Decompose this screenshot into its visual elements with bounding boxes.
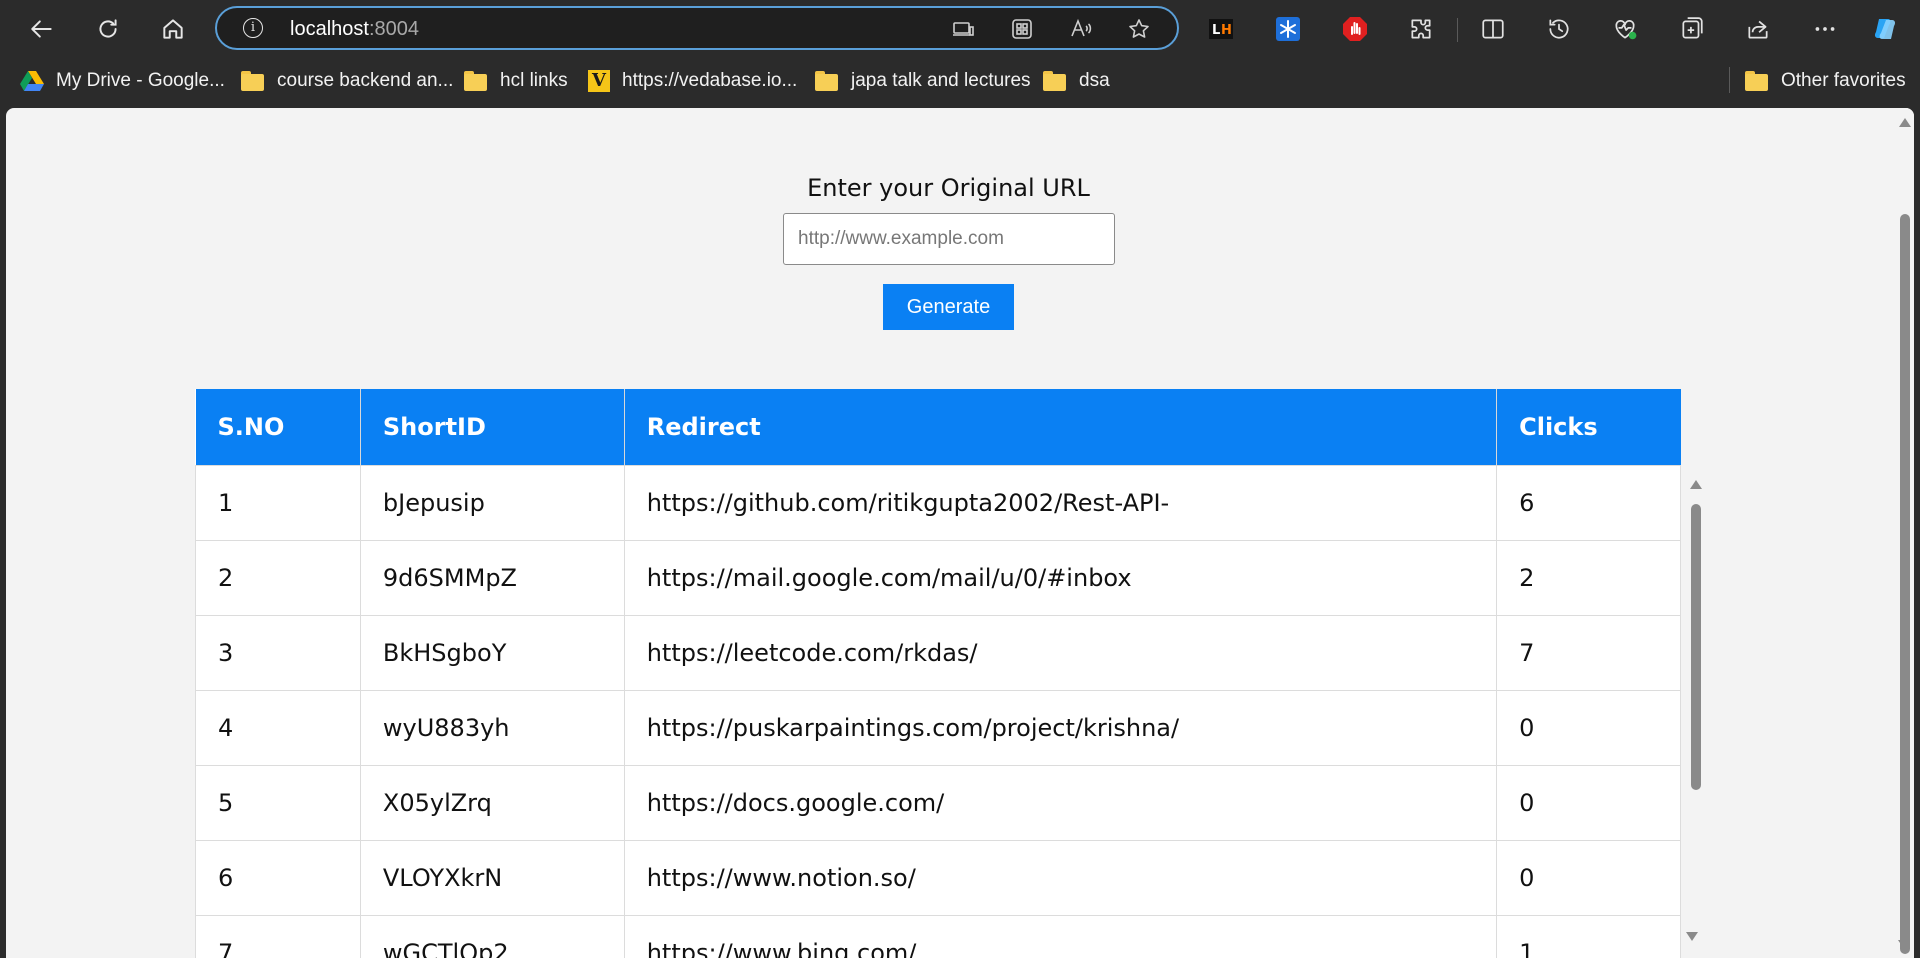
vedabase-icon: V <box>588 70 610 92</box>
cell-redirect: https://github.com/ritikgupta2002/Rest-A… <box>623 464 1498 541</box>
table-row: 1 bJepusip https://github.com/ritikgupta… <box>195 464 1681 541</box>
cell-shortid: BkHSgboY <box>359 614 625 691</box>
table-row: 7 wGCTlOp2 https://www.bing.com/ 1 <box>195 914 1681 958</box>
scroll-down-arrow-icon[interactable] <box>1898 940 1910 949</box>
table-container: S.NO ShortID Redirect Clicks 1 bJepusip … <box>195 367 1705 958</box>
home-icon[interactable] <box>153 9 193 49</box>
generate-button[interactable]: Generate <box>883 284 1014 330</box>
links-table: S.NO ShortID Redirect Clicks 1 bJepusip … <box>195 389 1681 958</box>
cell-shortid: bJepusip <box>359 464 625 541</box>
device-icon[interactable] <box>950 16 976 42</box>
cell-sno: 2 <box>195 539 361 616</box>
bookmarks-divider <box>1729 67 1730 93</box>
cell-sno: 3 <box>195 614 361 691</box>
address-text[interactable]: localhost:8004 <box>290 18 419 41</box>
scroll-up-arrow-icon[interactable] <box>1690 480 1702 489</box>
collections-icon[interactable] <box>1675 12 1709 46</box>
table-scrollbar[interactable] <box>1687 367 1705 958</box>
google-drive-icon <box>20 70 44 92</box>
cell-shortid: X05ylZrq <box>359 764 625 841</box>
url-input[interactable] <box>783 213 1115 265</box>
info-icon[interactable]: i <box>243 18 263 38</box>
cell-redirect: https://www.notion.so/ <box>623 839 1498 916</box>
split-screen-icon[interactable] <box>1476 12 1510 46</box>
extensions-puzzle-icon[interactable] <box>1404 12 1438 46</box>
table-row: 3 BkHSgboY https://leetcode.com/rkdas/ 7 <box>195 614 1681 691</box>
folder-icon <box>241 70 265 92</box>
header-clicks: Clicks <box>1496 389 1681 465</box>
refresh-icon[interactable] <box>88 9 128 49</box>
folder-icon <box>1745 70 1769 92</box>
browser-toolbar: i localhost:8004 LH <box>0 0 1920 58</box>
form-title: Enter your Original URL <box>807 174 1090 202</box>
svg-text:L: L <box>1212 23 1220 38</box>
cell-sno: 7 <box>195 914 361 958</box>
cell-shortid: wGCTlOp2 <box>359 914 625 958</box>
table-row: 5 X05ylZrq https://docs.google.com/ 0 <box>195 764 1681 841</box>
toolbar-divider <box>1457 18 1458 42</box>
cell-sno: 6 <box>195 839 361 916</box>
scrollbar-thumb[interactable] <box>1691 504 1701 790</box>
address-bar[interactable]: i localhost:8004 <box>215 6 1179 50</box>
bookmarks-bar: My Drive - Google... course backend an..… <box>0 58 1920 104</box>
folder-icon <box>815 70 839 92</box>
cell-sno: 1 <box>195 464 361 541</box>
extension-stop-hand-icon[interactable] <box>1338 12 1372 46</box>
history-icon[interactable] <box>1542 12 1576 46</box>
table-header-row: S.NO ShortID Redirect Clicks <box>195 389 1681 465</box>
cell-redirect: https://leetcode.com/rkdas/ <box>623 614 1498 691</box>
cell-clicks: 6 <box>1496 464 1681 541</box>
apps-icon[interactable] <box>1009 16 1035 42</box>
scroll-up-arrow-icon[interactable] <box>1899 118 1911 127</box>
svg-text:H: H <box>1221 23 1232 38</box>
cell-redirect: https://www.bing.com/ <box>623 914 1498 958</box>
back-icon[interactable] <box>22 9 62 49</box>
cell-clicks: 0 <box>1496 839 1681 916</box>
read-aloud-icon[interactable] <box>1068 16 1094 42</box>
header-sno: S.NO <box>195 389 361 465</box>
cell-clicks: 0 <box>1496 689 1681 766</box>
bookmark-other-favorites[interactable]: Other favorites <box>1745 68 1906 94</box>
scroll-down-arrow-icon[interactable] <box>1686 932 1698 941</box>
scrollbar-thumb[interactable] <box>1900 214 1910 954</box>
cell-clicks: 0 <box>1496 764 1681 841</box>
browser-essentials-icon[interactable] <box>1608 12 1642 46</box>
extension-lh-icon[interactable]: LH <box>1204 12 1238 46</box>
more-icon[interactable] <box>1808 12 1842 46</box>
cell-sno: 5 <box>195 764 361 841</box>
table-row: 6 VLOYXkrN https://www.notion.so/ 0 <box>195 839 1681 916</box>
cell-sno: 4 <box>195 689 361 766</box>
cell-clicks: 1 <box>1496 914 1681 958</box>
cell-clicks: 7 <box>1496 614 1681 691</box>
page-viewport: Enter your Original URL Generate S.NO Sh… <box>6 108 1914 958</box>
cell-shortid: VLOYXkrN <box>359 839 625 916</box>
header-redirect: Redirect <box>623 389 1497 465</box>
share-icon[interactable] <box>1741 12 1775 46</box>
table-row: 2 9d6SMMpZ https://mail.google.com/mail/… <box>195 539 1681 616</box>
bookmark-dsa[interactable]: dsa <box>1043 68 1110 94</box>
header-shortid: ShortID <box>359 389 625 465</box>
favorite-star-icon[interactable] <box>1126 16 1152 42</box>
extension-snowflake-icon[interactable] <box>1271 12 1305 46</box>
cell-redirect: https://puskarpaintings.com/project/kris… <box>623 689 1498 766</box>
page-scrollbar[interactable] <box>1896 108 1914 958</box>
copilot-icon[interactable] <box>1868 12 1902 46</box>
cell-shortid: wyU883yh <box>359 689 625 766</box>
table-row: 4 wyU883yh https://puskarpaintings.com/p… <box>195 689 1681 766</box>
cell-shortid: 9d6SMMpZ <box>359 539 625 616</box>
bookmark-japa-talk[interactable]: japa talk and lectures <box>815 68 1031 94</box>
folder-icon <box>1043 70 1067 92</box>
cell-redirect: https://docs.google.com/ <box>623 764 1498 841</box>
folder-icon <box>464 70 488 92</box>
bookmark-my-drive[interactable]: My Drive - Google... <box>20 68 225 94</box>
bookmark-course-backend[interactable]: course backend an... <box>241 68 453 94</box>
bookmark-vedabase[interactable]: V https://vedabase.io... <box>588 68 797 94</box>
cell-redirect: https://mail.google.com/mail/u/0/#inbox <box>623 539 1498 616</box>
bookmark-hcl-links[interactable]: hcl links <box>464 68 568 94</box>
cell-clicks: 2 <box>1496 539 1681 616</box>
